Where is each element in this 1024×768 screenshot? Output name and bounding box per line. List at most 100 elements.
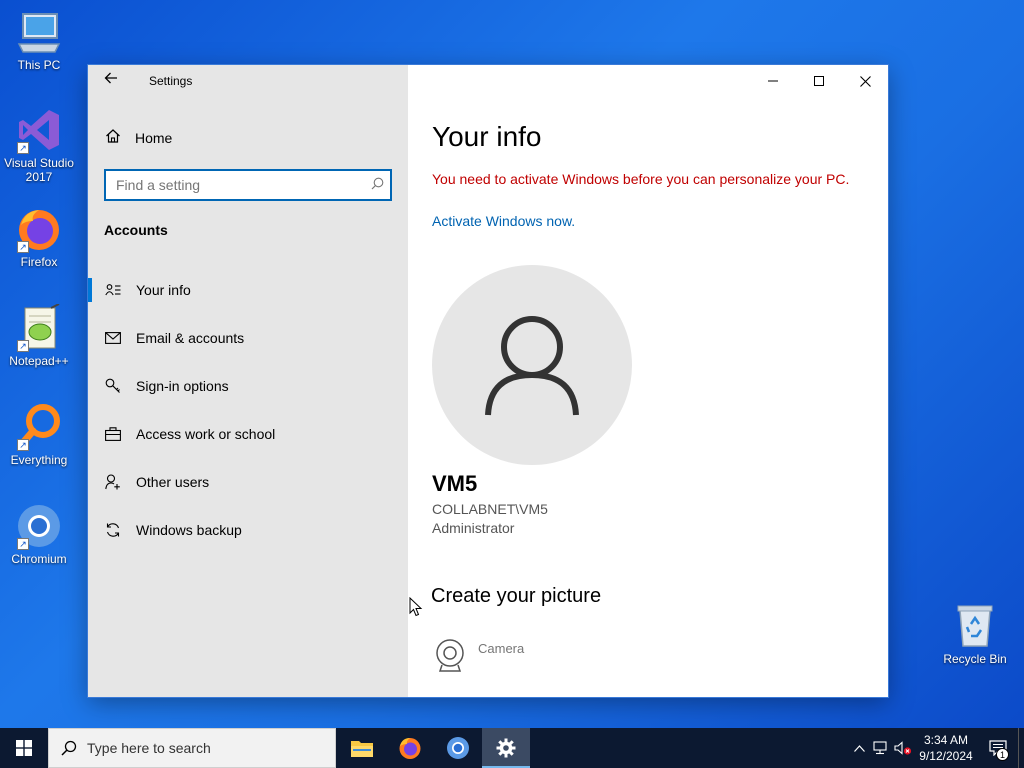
window-controls <box>750 65 888 97</box>
taskbar-search-placeholder: Type here to search <box>87 740 211 756</box>
camera-label: Camera <box>478 641 525 656</box>
taskbar-firefox[interactable] <box>386 728 434 768</box>
activation-warning: You need to activate Windows before you … <box>432 171 850 187</box>
shortcut-arrow-icon: ↗ <box>17 538 29 550</box>
taskbar-file-explorer[interactable] <box>338 728 386 768</box>
taskbar-settings[interactable] <box>482 728 530 768</box>
clock-time: 3:34 AM <box>923 733 969 747</box>
mouse-cursor-icon <box>409 596 423 622</box>
home-label: Home <box>135 130 173 146</box>
notepad-plus-plus-icon: ↗ <box>15 303 63 352</box>
volume-muted-icon <box>894 741 912 755</box>
desktop-icon-label: Recycle Bin <box>943 652 1007 666</box>
desktop-icon-label: Firefox <box>20 255 58 269</box>
maximize-icon <box>814 76 824 86</box>
user-role: Administrator <box>432 520 515 536</box>
settings-window: Settings Home Accounts <box>88 65 888 697</box>
settings-search[interactable] <box>104 169 392 201</box>
sidebar-item-access-work-school[interactable]: Access work or school <box>88 410 408 458</box>
settings-sidebar: Settings Home Accounts <box>88 65 408 697</box>
chevron-up-icon <box>853 744 865 752</box>
minimize-button[interactable] <box>750 65 796 97</box>
home-link[interactable]: Home <box>104 127 172 149</box>
taskbar-clock[interactable]: 3:34 AM 9/12/2024 <box>914 732 978 764</box>
maximize-button[interactable] <box>796 65 842 97</box>
search-icon[interactable] <box>364 177 390 193</box>
shortcut-arrow-icon: ↗ <box>17 439 29 451</box>
main-content: Your info You need to activate Windows b… <box>408 65 888 697</box>
network-button[interactable] <box>870 728 892 768</box>
notification-count-badge: 1 <box>996 748 1009 761</box>
clock-date: 9/12/2024 <box>919 749 973 763</box>
firefox-icon: ↗ <box>15 205 63 253</box>
create-picture-heading: Create your picture <box>431 585 602 607</box>
user-name: VM5 <box>432 471 478 496</box>
sidebar-item-email-accounts[interactable]: Email & accounts <box>88 314 408 362</box>
desktop-icon-everything[interactable]: ↗ Everything <box>0 403 78 467</box>
sidebar-item-windows-backup[interactable]: Windows backup <box>88 506 408 554</box>
sidebar-item-label: Sign-in options <box>136 378 229 394</box>
accounts-nav: Your info Email & accounts Sign-in optio… <box>88 266 408 554</box>
system-tray: 3:34 AM 9/12/2024 1 <box>848 728 1024 768</box>
section-heading: Accounts <box>104 222 168 238</box>
desktop-icon-firefox[interactable]: ↗ Firefox <box>0 205 78 269</box>
desktop-icon-chromium[interactable]: ↗ Chromium <box>0 502 78 566</box>
desktop-icon-label: Notepad++ <box>9 354 69 368</box>
camera-icon <box>432 637 468 673</box>
mail-icon <box>104 332 122 344</box>
titlebar[interactable]: Settings <box>88 65 408 97</box>
start-button[interactable] <box>0 728 48 768</box>
desktop-icon-label: Visual Studio 2017 <box>4 156 74 184</box>
home-icon <box>104 128 122 148</box>
show-hidden-icons-button[interactable] <box>848 728 870 768</box>
person-add-icon <box>104 474 122 490</box>
activate-windows-link[interactable]: Activate Windows now. <box>432 213 575 229</box>
desktop-icon-notepad-plus-plus[interactable]: ↗ Notepad++ <box>0 303 78 368</box>
back-button[interactable] <box>100 70 122 92</box>
windows-logo-icon <box>16 740 32 756</box>
window-title: Settings <box>149 74 193 88</box>
visual-studio-icon: ↗ <box>15 106 63 154</box>
show-desktop-button[interactable] <box>1018 728 1024 768</box>
sidebar-item-label: Other users <box>136 474 210 490</box>
taskbar: Type here to search 3:34 AM 9/12/2024 1 <box>0 728 1024 768</box>
firefox-icon <box>399 738 421 759</box>
shortcut-arrow-icon: ↗ <box>17 241 29 253</box>
volume-button[interactable] <box>892 728 914 768</box>
computer-icon <box>15 8 63 56</box>
user-account: COLLABNET\VM5 <box>432 501 548 517</box>
action-center-button[interactable]: 1 <box>978 728 1018 768</box>
camera-option[interactable]: Camera <box>432 637 524 673</box>
sidebar-item-your-info[interactable]: Your info <box>88 266 408 314</box>
chromium-icon <box>447 737 469 759</box>
shortcut-arrow-icon: ↗ <box>17 340 29 352</box>
avatar <box>432 265 632 465</box>
briefcase-icon <box>104 427 122 441</box>
person-icon <box>485 316 579 416</box>
folder-icon <box>351 741 373 757</box>
sidebar-item-sign-in-options[interactable]: Sign-in options <box>88 362 408 410</box>
close-icon <box>859 75 871 87</box>
close-button[interactable] <box>842 65 888 97</box>
desktop-icon-label: Everything <box>10 453 68 467</box>
sidebar-item-label: Windows backup <box>136 522 242 538</box>
desktop-icon-label: Chromium <box>11 552 67 566</box>
shortcut-arrow-icon: ↗ <box>17 142 29 154</box>
sync-icon <box>104 522 122 538</box>
taskbar-chromium[interactable] <box>434 728 482 768</box>
desktop-icon-this-pc[interactable]: This PC <box>0 8 78 72</box>
sidebar-item-other-users[interactable]: Other users <box>88 458 408 506</box>
sidebar-item-label: Your info <box>136 282 191 298</box>
desktop-icon-label: This PC <box>17 58 61 72</box>
taskbar-search-box[interactable]: Type here to search <box>48 728 336 768</box>
everything-search-icon: ↗ <box>15 403 63 451</box>
desktop-icon-recycle-bin[interactable]: Recycle Bin <box>936 602 1014 666</box>
sidebar-item-label: Access work or school <box>136 426 276 442</box>
search-icon <box>61 740 77 756</box>
desktop-icon-visual-studio[interactable]: ↗ Visual Studio 2017 <box>0 106 78 184</box>
recycle-bin-icon <box>951 602 999 650</box>
gear-icon <box>496 738 516 758</box>
contact-card-icon <box>104 283 122 297</box>
search-input[interactable] <box>106 171 364 199</box>
key-icon <box>104 378 122 394</box>
